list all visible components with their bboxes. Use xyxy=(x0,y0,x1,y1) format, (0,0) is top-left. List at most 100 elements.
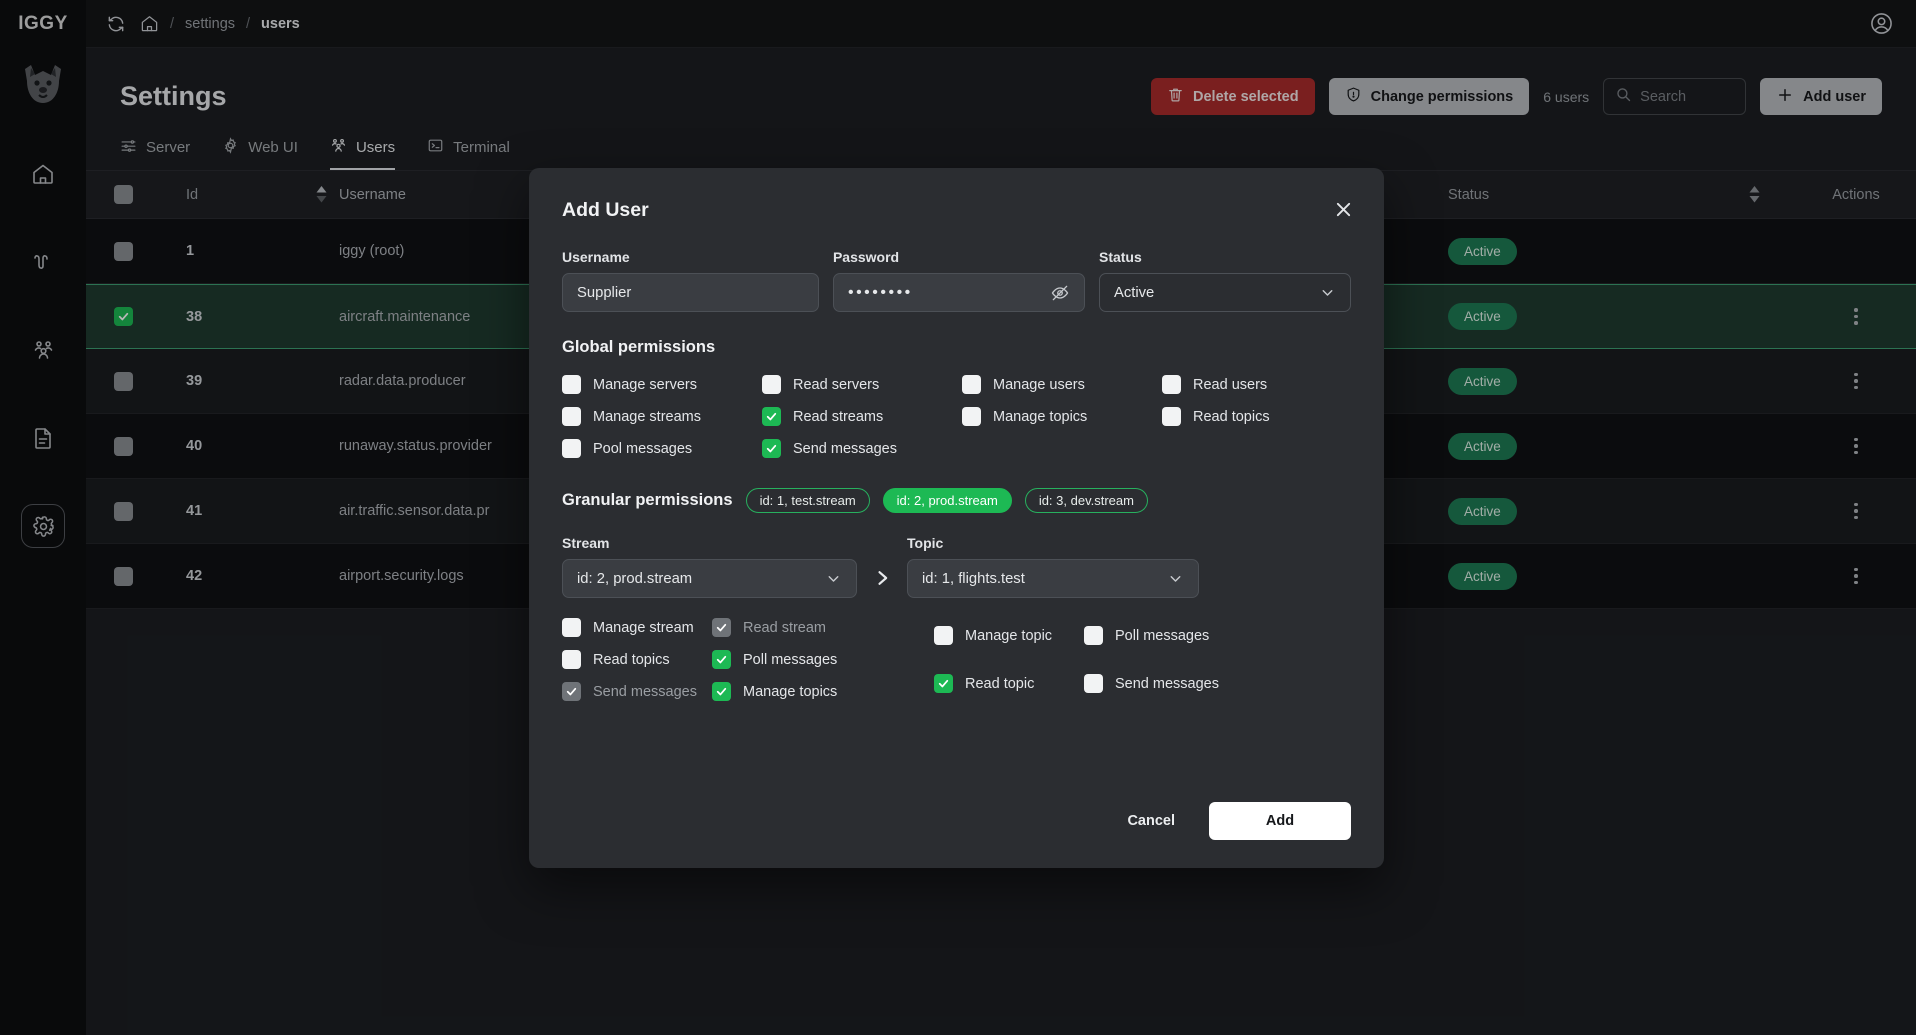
permission-checkbox[interactable] xyxy=(762,407,781,426)
status-value: Active xyxy=(1113,284,1155,301)
stream-chip[interactable]: id: 2, prod.stream xyxy=(882,488,1012,513)
permission-label: Manage topic xyxy=(965,627,1053,644)
permission-checkbox[interactable] xyxy=(562,682,581,701)
permission-label: Read topic xyxy=(965,675,1035,692)
app-root: IGGY / settings / users Settings Delete … xyxy=(0,0,1916,1035)
password-label: Password xyxy=(832,249,900,265)
permission-item[interactable]: Read stream xyxy=(712,618,882,637)
permission-checkbox[interactable] xyxy=(562,375,581,394)
permission-checkbox[interactable] xyxy=(712,682,731,701)
permission-item[interactable]: Manage users xyxy=(962,375,1162,394)
permission-item[interactable]: Read topics xyxy=(1162,407,1362,426)
stream-label: Stream xyxy=(562,535,610,551)
permission-item[interactable]: Send messages xyxy=(1084,666,1254,701)
permission-item[interactable]: Manage servers xyxy=(562,375,762,394)
permission-label: Read stream xyxy=(743,619,827,636)
chevron-right-icon xyxy=(872,566,892,598)
permission-item[interactable]: Poll messages xyxy=(712,650,882,669)
permission-label: Manage stream xyxy=(593,619,694,636)
granular-permissions-header: Granular permissions id: 1, test.stream i… xyxy=(562,488,1351,513)
password-field-group: Password •••••••• xyxy=(832,249,1085,312)
permission-label: Send messages xyxy=(593,683,697,700)
topic-select[interactable]: id: 1, flights.test xyxy=(907,559,1199,598)
permission-checkbox[interactable] xyxy=(562,618,581,637)
permission-item[interactable]: Manage topics xyxy=(712,682,882,701)
permission-label: Poll messages xyxy=(1115,627,1210,644)
permission-checkbox[interactable] xyxy=(934,674,953,693)
permission-item[interactable]: Send messages xyxy=(562,682,712,701)
global-permissions-section: Global permissions Manage servers Read se… xyxy=(562,338,1351,458)
permission-label: Read users xyxy=(1193,376,1268,393)
permission-label: Read topics xyxy=(1193,408,1270,425)
permission-checkbox[interactable] xyxy=(1162,407,1181,426)
modal-title: Add User xyxy=(562,199,649,221)
permission-checkbox[interactable] xyxy=(712,618,731,637)
permission-checkbox[interactable] xyxy=(562,650,581,669)
permission-label: Read topics xyxy=(593,651,670,668)
topic-value: id: 1, flights.test xyxy=(922,570,1025,587)
permission-item[interactable]: Poll messages xyxy=(1084,618,1254,653)
permission-item[interactable]: Manage stream xyxy=(562,618,712,637)
permission-label: Send messages xyxy=(793,440,897,457)
close-icon[interactable] xyxy=(1328,194,1358,224)
permission-label: Manage users xyxy=(993,376,1085,393)
eye-off-icon[interactable] xyxy=(1050,283,1070,303)
permission-checkbox[interactable] xyxy=(762,439,781,458)
permission-checkbox[interactable] xyxy=(962,375,981,394)
status-field-group: Status Active xyxy=(1098,249,1351,312)
permission-label: Pool messages xyxy=(593,440,693,457)
add-button[interactable]: Add xyxy=(1209,802,1351,840)
granular-permissions-title: Granular permissions xyxy=(562,491,733,509)
topic-label: Topic xyxy=(907,535,944,551)
stream-permissions-grid: Manage stream Read stream Read topics Poll … xyxy=(562,618,910,701)
modal-fields-row: Username Supplier Password •••••••• Stat… xyxy=(562,249,1351,312)
topic-field-group: Topic id: 1, flights.test xyxy=(907,535,1199,598)
permission-checkbox[interactable] xyxy=(562,407,581,426)
username-input[interactable]: Supplier xyxy=(562,273,819,312)
chevron-down-icon xyxy=(1319,284,1336,301)
cancel-button[interactable]: Cancel xyxy=(1105,802,1197,840)
status-label: Status xyxy=(1098,249,1142,265)
modal-footer: Cancel Add xyxy=(562,802,1351,868)
chevron-down-icon xyxy=(825,570,842,587)
permission-item[interactable]: Manage topic xyxy=(934,618,1084,653)
permission-checkbox[interactable] xyxy=(712,650,731,669)
stream-field-group: Stream id: 2, prod.stream xyxy=(562,535,857,598)
stream-topic-row: Stream id: 2, prod.stream Topic id: 1, f… xyxy=(562,535,1351,598)
permission-checkbox[interactable] xyxy=(1162,375,1181,394)
stream-select[interactable]: id: 2, prod.stream xyxy=(562,559,857,598)
password-input[interactable]: •••••••• xyxy=(832,273,1085,312)
username-label: Username xyxy=(562,249,630,265)
permission-item[interactable]: Pool messages xyxy=(562,439,762,458)
permission-label: Manage topics xyxy=(993,408,1088,425)
permission-checkbox[interactable] xyxy=(562,439,581,458)
permission-checkbox[interactable] xyxy=(1084,626,1103,645)
permission-checkbox[interactable] xyxy=(1084,674,1103,693)
stream-chip[interactable]: id: 1, test.stream xyxy=(745,488,870,513)
permission-item[interactable]: Read streams xyxy=(762,407,962,426)
status-select[interactable]: Active xyxy=(1098,273,1351,312)
chevron-down-icon xyxy=(1167,570,1184,587)
granular-checkbox-area: Manage stream Read stream Read topics Poll … xyxy=(562,618,1351,701)
topic-permissions-grid: Manage topic Poll messages Read topic Send … xyxy=(934,618,1254,701)
permission-checkbox[interactable] xyxy=(962,407,981,426)
permission-item[interactable]: Read topics xyxy=(562,650,712,669)
permission-item[interactable]: Manage streams xyxy=(562,407,762,426)
permission-item[interactable]: Send messages xyxy=(762,439,962,458)
stream-chips: id: 1, test.stream id: 2, prod.stream id: … xyxy=(745,488,1148,513)
permission-label: Manage servers xyxy=(593,376,697,393)
global-permissions-grid: Manage servers Read servers Manage users Re… xyxy=(562,375,1351,458)
permission-item[interactable]: Read users xyxy=(1162,375,1362,394)
permission-label: Read streams xyxy=(793,408,884,425)
stream-chip[interactable]: id: 3, dev.stream xyxy=(1024,488,1148,513)
permission-checkbox[interactable] xyxy=(934,626,953,645)
permission-label: Manage streams xyxy=(593,408,701,425)
stream-value: id: 2, prod.stream xyxy=(577,570,693,587)
username-field-group: Username Supplier xyxy=(562,249,819,312)
permission-item[interactable]: Read topic xyxy=(934,666,1084,701)
permission-item[interactable]: Manage topics xyxy=(962,407,1162,426)
permission-item[interactable]: Read servers xyxy=(762,375,962,394)
global-permissions-title: Global permissions xyxy=(562,338,716,356)
password-value: •••••••• xyxy=(847,283,913,301)
permission-checkbox[interactable] xyxy=(762,375,781,394)
